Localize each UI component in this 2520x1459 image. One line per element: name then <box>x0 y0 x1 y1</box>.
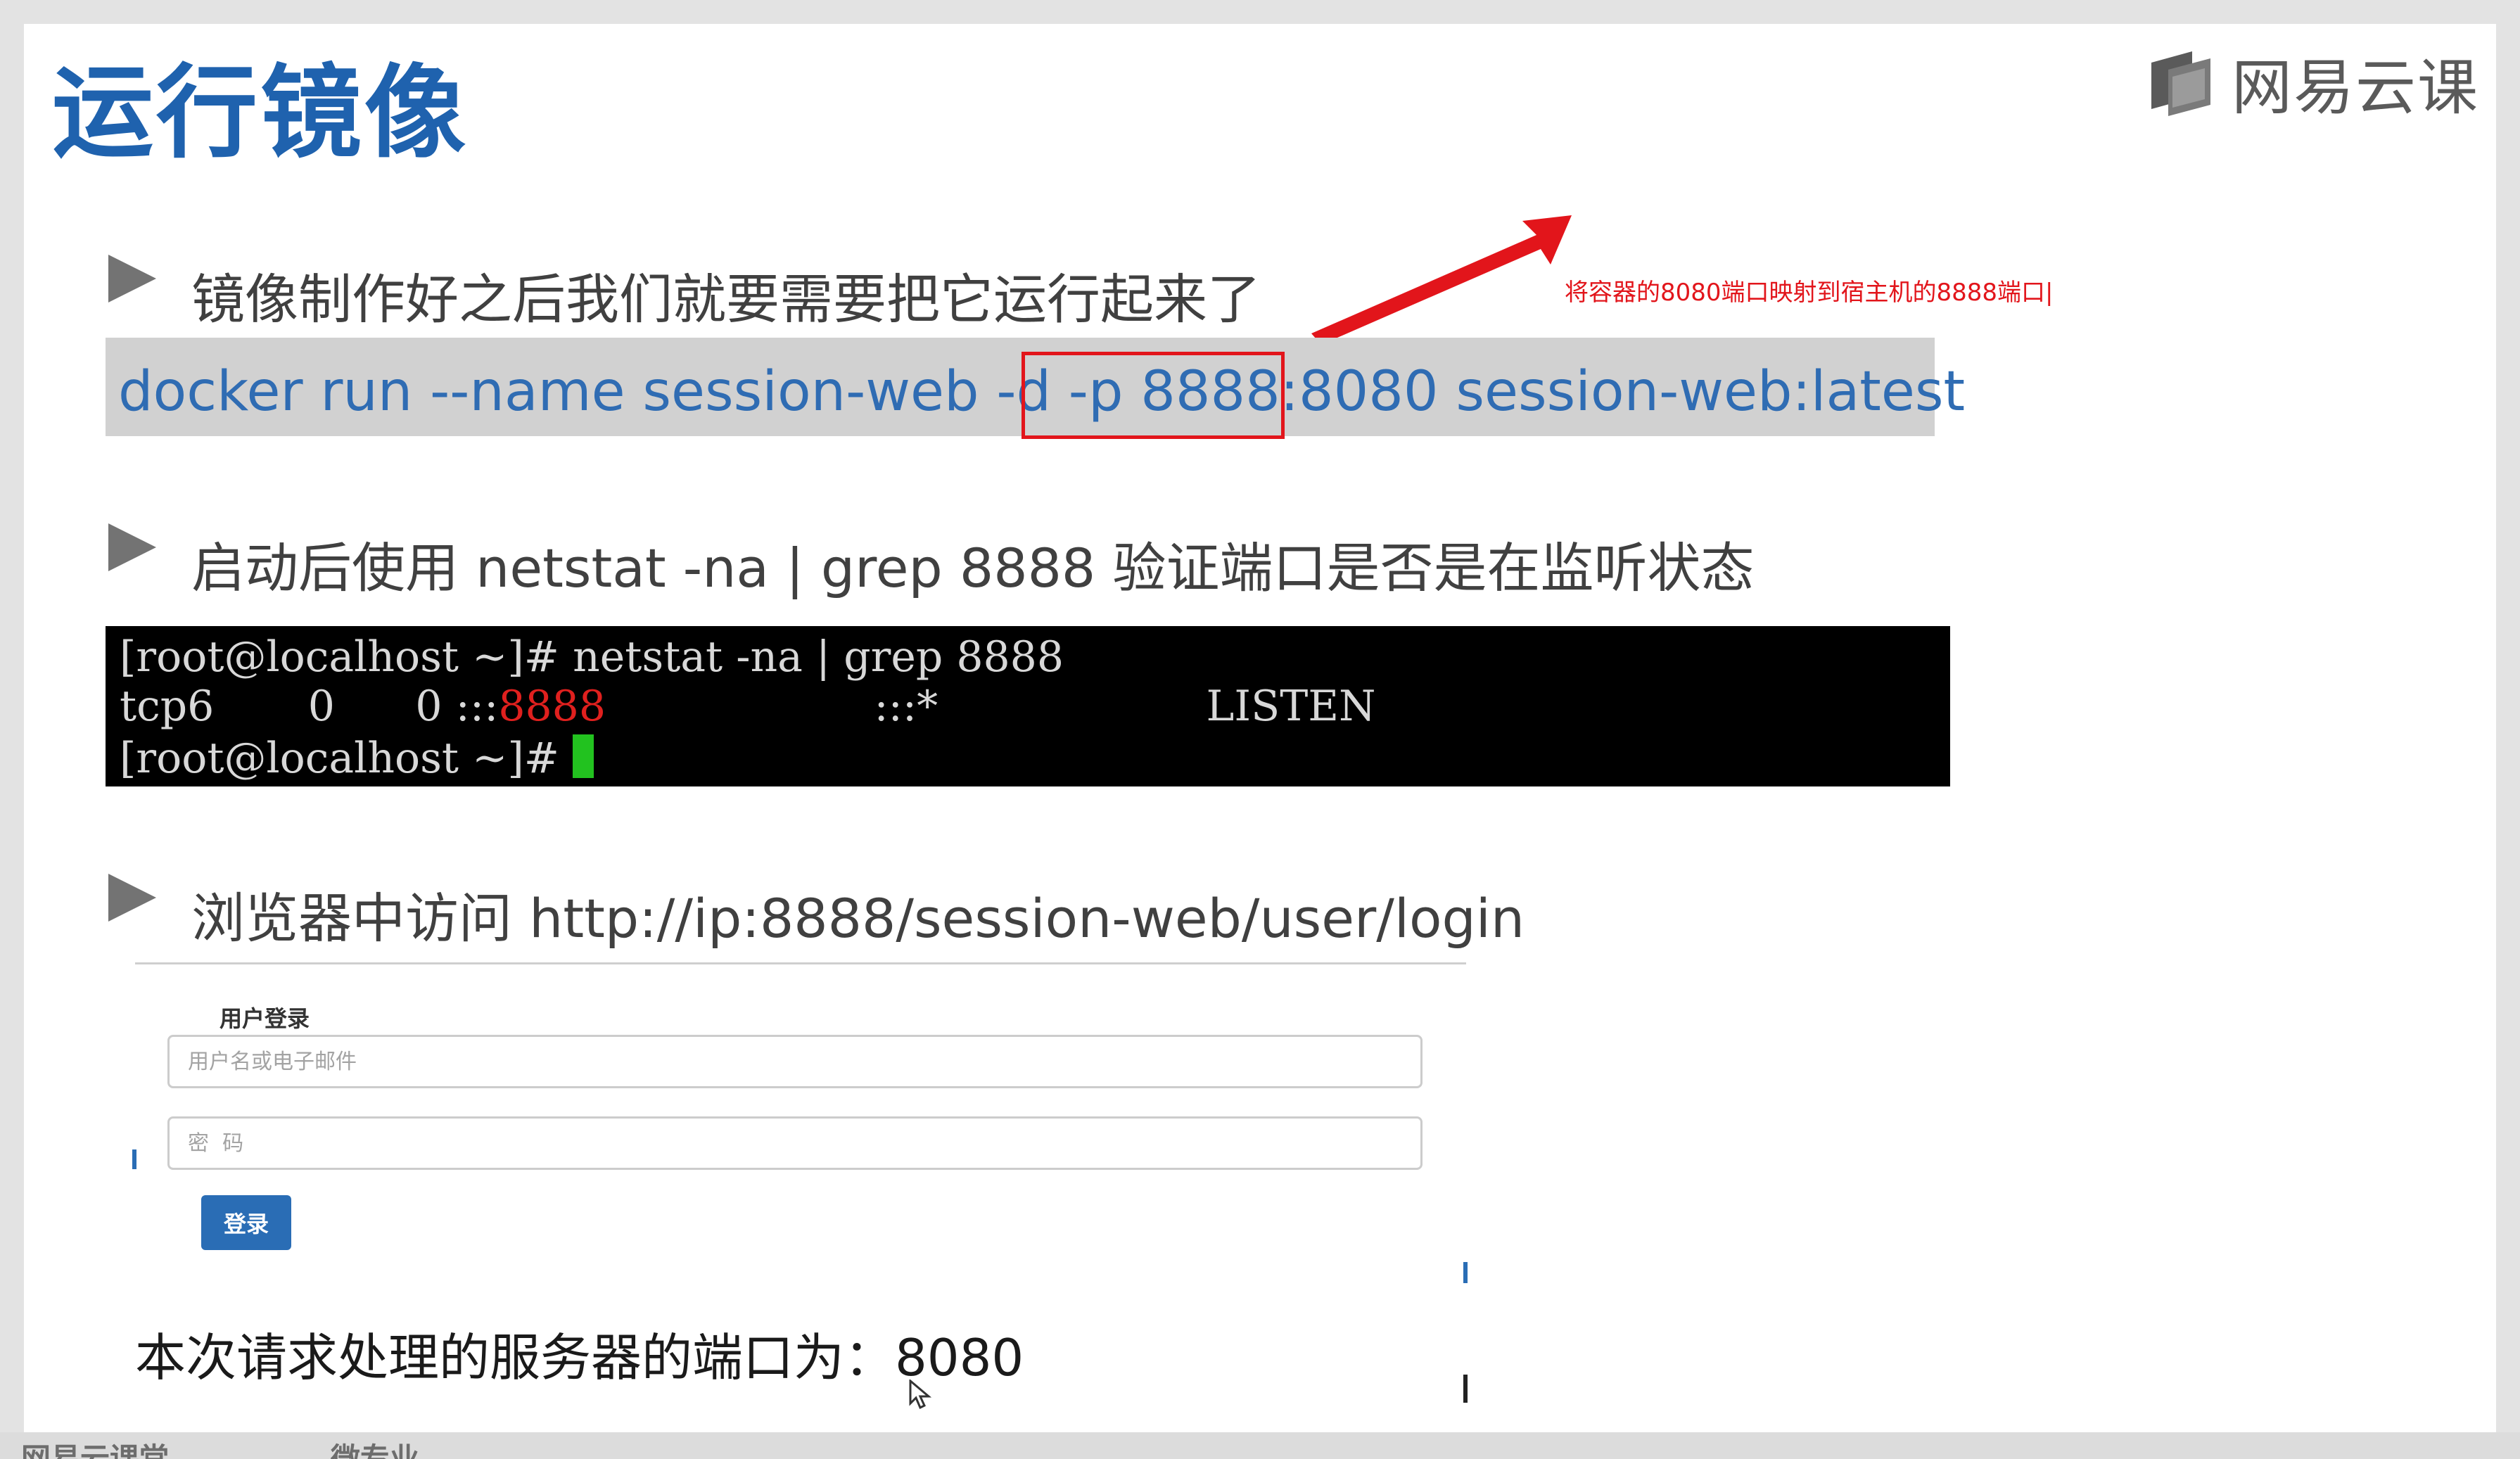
triangle-right-icon <box>108 523 156 571</box>
bullet-text-run-image: 镜像制作好之后我们就要需要把它运行起来了 <box>191 268 1261 331</box>
login-title: 用户登录 <box>219 1005 310 1032</box>
username-input[interactable] <box>167 1035 1423 1088</box>
logo-text: 网易云课 <box>2232 53 2479 123</box>
bottom-watermark-strip: 网易云课堂 微专业 <box>0 1432 2520 1459</box>
panel-edge-mark <box>1463 1375 1468 1403</box>
bullet-text-browser-url: 浏览器中访问 http://ip:8888/session-web/user/l… <box>191 887 1525 950</box>
terminal-line-2: tcp6 0 0 :::8888 :::* LISTEN <box>120 685 1376 727</box>
terminal-prompt: [root@localhost ~]# <box>120 734 573 783</box>
logo: 网易云课 <box>2149 38 2479 126</box>
red-arrow-icon <box>1311 215 1572 345</box>
terminal-screenshot: [root@localhost ~]# netstat -na | grep 8… <box>106 626 1950 786</box>
terminal-cursor <box>573 734 594 778</box>
login-button[interactable]: 登录 <box>201 1195 291 1250</box>
panel-edge-mark <box>132 1149 136 1169</box>
footer-right-text: 微专业 <box>331 1441 420 1459</box>
terminal-line-3: [root@localhost ~]# <box>120 734 594 779</box>
port-mapping-annotation: 将容器的8080端口映射到宿主机的8888端口| <box>1565 279 2054 307</box>
password-input[interactable] <box>167 1116 1423 1170</box>
mouse-pointer-icon <box>909 1380 932 1410</box>
triangle-right-icon <box>108 874 156 922</box>
terminal-line-1: [root@localhost ~]# netstat -na | grep 8… <box>120 632 1064 682</box>
command-prefix: docker run --name session-web -d -p <box>118 360 1141 423</box>
slide: 运行镜像 网易云课 镜像制作好之后我们就要需要把它运行起来了 将容器的8080端… <box>24 24 2496 1432</box>
panel-edge-mark <box>1463 1262 1468 1283</box>
terminal-line-2-pre: tcp6 0 0 ::: <box>120 682 499 731</box>
footer-left-text: 网易云课堂 <box>21 1441 170 1459</box>
bullet-text-netstat: 启动后使用 netstat -na | grep 8888 验证端口是否是在监听… <box>191 537 1755 599</box>
netease-cloud-classroom-icon <box>2151 51 2210 116</box>
terminal-line-2-post: :::* LISTEN <box>606 682 1376 731</box>
login-screenshot: 用户登录 登录 本次请求处理的服务器的端口为：8080 <box>135 962 1466 1420</box>
terminal-port-8888: 8888 <box>498 682 606 731</box>
triangle-right-icon <box>108 255 156 302</box>
server-port-text: 本次请求处理的服务器的端口为：8080 <box>135 1328 1024 1387</box>
slide-title: 运行镜像 <box>52 53 469 172</box>
command-suffix: session-web:latest <box>1438 360 1966 423</box>
port-highlight-box <box>1022 352 1285 439</box>
